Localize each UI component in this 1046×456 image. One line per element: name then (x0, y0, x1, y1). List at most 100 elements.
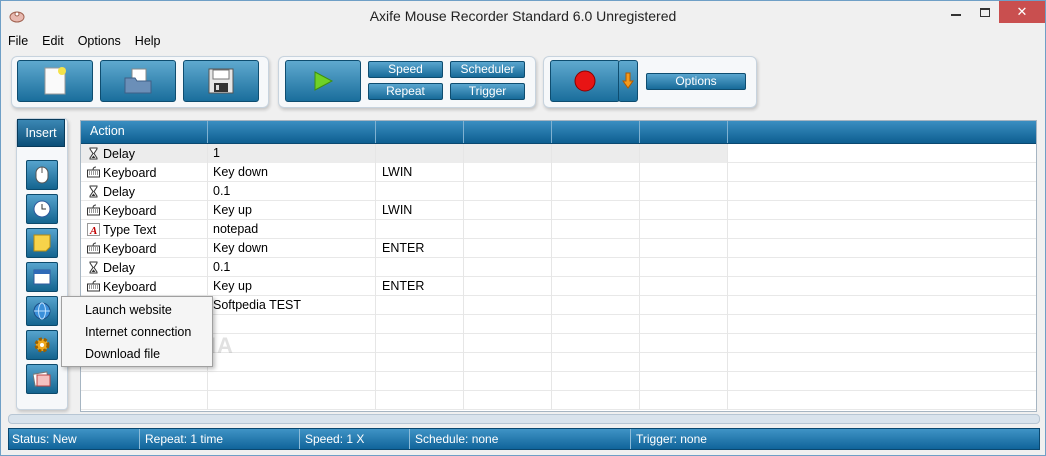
minimize-button[interactable] (941, 1, 971, 23)
window-icon (33, 269, 51, 285)
maximize-button[interactable] (971, 1, 999, 23)
cell-param1: Key up (208, 277, 376, 296)
hourglass-icon (87, 261, 100, 274)
cell-param2 (376, 144, 464, 163)
menu-file[interactable]: File (1, 32, 35, 52)
options-button[interactable]: Options (646, 73, 746, 90)
column-header-action[interactable]: Action (81, 121, 208, 143)
table-row[interactable]: A Type Text notepad (81, 220, 1036, 239)
open-button[interactable] (100, 60, 176, 102)
table-row[interactable]: Delay 0.1 (81, 182, 1036, 201)
insert-image-button[interactable] (26, 364, 58, 394)
popup-item-internet-connection[interactable]: Internet connection (85, 325, 191, 339)
cell-empty (640, 144, 728, 163)
cell-param2: ENTER (376, 239, 464, 258)
cell-action: Delay (81, 258, 208, 277)
close-button[interactable]: ✕ (999, 1, 1045, 23)
cell-empty (464, 239, 552, 258)
insert-note-button[interactable] (26, 228, 58, 258)
new-button[interactable] (17, 60, 93, 102)
action-label: Keyboard (103, 203, 157, 218)
insert-window-button[interactable] (26, 262, 58, 292)
cell-param1: Key down (208, 163, 376, 182)
type-text-icon: A (87, 223, 100, 237)
insert-internet-popup-menu: Launch website Internet connection Downl… (61, 296, 213, 367)
cell-empty (552, 144, 640, 163)
cell-empty (640, 201, 728, 220)
arrow-down-icon (622, 72, 634, 89)
action-label: Delay (103, 260, 135, 275)
horizontal-scrollbar[interactable] (8, 414, 1040, 424)
cell-empty (376, 353, 464, 372)
cell-param1: notepad (208, 220, 376, 239)
file-toolbar (11, 56, 269, 108)
cell-empty (552, 391, 640, 410)
insert-internet-button[interactable] (26, 296, 58, 326)
table-row[interactable]: Delay 0.1 (81, 258, 1036, 277)
cell-empty (464, 391, 552, 410)
repeat-button[interactable]: Repeat (368, 83, 443, 100)
insert-system-button[interactable] (26, 330, 58, 360)
popup-item-download-file[interactable]: Download file (85, 347, 160, 361)
cell-empty (552, 353, 640, 372)
menu-edit[interactable]: Edit (35, 32, 71, 52)
action-label: Delay (103, 184, 135, 199)
cell-empty (640, 220, 728, 239)
record-button[interactable] (550, 60, 620, 102)
close-icon: ✕ (1016, 4, 1028, 19)
empty-table-row (81, 315, 1036, 334)
column-header-4[interactable] (464, 121, 552, 143)
record-dropdown-button[interactable] (618, 60, 638, 102)
table-row[interactable]: Keyboard Key up LWIN (81, 201, 1036, 220)
empty-table-row (81, 391, 1036, 410)
trigger-button[interactable]: Trigger (450, 83, 525, 100)
cell-empty (376, 315, 464, 334)
menu-options[interactable]: Options (71, 32, 128, 52)
hourglass-icon (87, 147, 100, 160)
table-row[interactable]: Keyboard Key up ENTER (81, 277, 1036, 296)
clock-icon (33, 200, 51, 218)
keyboard-icon (87, 242, 100, 255)
menu-help[interactable]: Help (128, 32, 168, 52)
insert-mouse-button[interactable] (26, 160, 58, 190)
cell-empty (640, 182, 728, 201)
svg-text:A: A (89, 225, 97, 236)
cell-action: A Type Text (81, 220, 208, 239)
grid-header: Action (81, 121, 1036, 144)
cell-empty (208, 391, 376, 410)
column-header-7[interactable] (728, 121, 1036, 143)
status-schedule: Schedule: none (410, 429, 631, 449)
speed-button[interactable]: Speed (368, 61, 443, 78)
cell-empty (81, 372, 208, 391)
keyboard-icon (87, 166, 100, 179)
table-row[interactable]: Delay 1 (81, 144, 1036, 163)
table-row[interactable]: Keyboard Key down LWIN (81, 163, 1036, 182)
cell-empty (728, 334, 1036, 353)
action-label: Type Text (103, 222, 157, 237)
column-header-5[interactable] (552, 121, 640, 143)
cell-param2 (376, 258, 464, 277)
cell-empty (728, 372, 1036, 391)
save-button[interactable] (183, 60, 259, 102)
column-header-3[interactable] (376, 121, 464, 143)
table-row[interactable]: Keyboard Key down ENTER (81, 239, 1036, 258)
cell-empty (464, 296, 552, 315)
cell-empty (208, 315, 376, 334)
column-header-2[interactable] (208, 121, 376, 143)
status-bar: Status: New Repeat: 1 time Speed: 1 X Sc… (8, 428, 1040, 450)
cell-param1: Softpedia TEST (208, 296, 376, 315)
app-window: Axife Mouse Recorder Standard 6.0 Unregi… (0, 0, 1046, 456)
cell-empty (552, 182, 640, 201)
play-button[interactable] (285, 60, 361, 102)
popup-item-launch-website[interactable]: Launch website (85, 303, 172, 317)
scheduler-button[interactable]: Scheduler (450, 61, 525, 78)
insert-delay-button[interactable] (26, 194, 58, 224)
status-state: Status: New (9, 429, 140, 449)
cell-param1: Key down (208, 239, 376, 258)
column-header-6[interactable] (640, 121, 728, 143)
insert-button[interactable]: Insert (17, 119, 65, 147)
cell-empty (464, 334, 552, 353)
cell-empty (640, 163, 728, 182)
table-row[interactable]: Softpedia TEST (81, 296, 1036, 315)
action-grid[interactable]: Action Delay 1 Keyboard Key down LWIN Delay 0.… (80, 120, 1037, 412)
